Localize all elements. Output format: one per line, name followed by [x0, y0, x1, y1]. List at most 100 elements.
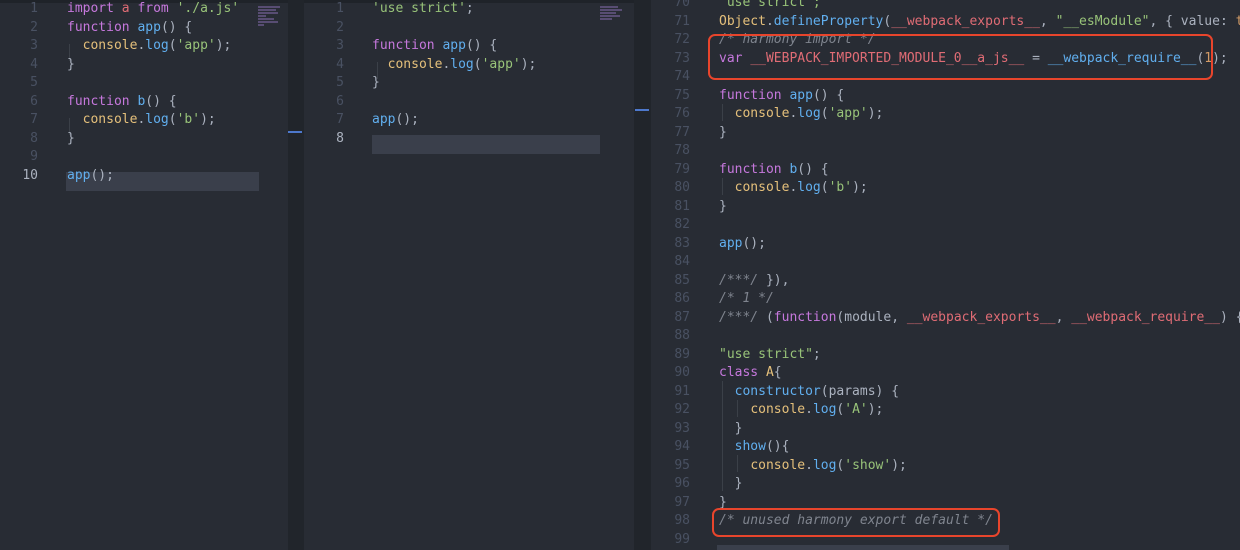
line-number: 80 — [674, 180, 690, 195]
code-token: "use strict"; — [719, 0, 821, 10]
code-line: console.log('show'); — [719, 457, 1240, 476]
code-token: app — [137, 19, 161, 35]
line-number: 5 — [30, 75, 38, 90]
minimap[interactable] — [600, 6, 626, 21]
code-token: __webpack_exports__ — [891, 13, 1040, 29]
code-token: (params) { — [820, 383, 900, 399]
line-number: 3 — [336, 38, 344, 53]
code-token: ( — [820, 180, 829, 195]
code-token: __webpack_require__ — [1071, 309, 1220, 325]
code-line: console.log('b'); — [67, 111, 239, 130]
code-token: ( — [168, 38, 177, 53]
code-area[interactable]: import a from './a.js' function app() { c… — [67, 0, 239, 185]
code-token: function — [67, 19, 130, 35]
code-token: ; — [465, 1, 474, 16]
code-token: from — [137, 1, 169, 16]
code-token: ( — [168, 112, 177, 127]
line-number: 8 — [336, 130, 344, 146]
line-number: 9 — [30, 149, 38, 164]
editor-pane-output[interactable]: 12345678 'use strict'; function app() { … — [304, 0, 634, 550]
pane-divider[interactable] — [288, 0, 304, 550]
code-line: app(); — [719, 235, 1240, 254]
code-token: () { — [797, 161, 829, 177]
scroll-position-marker — [635, 109, 649, 111]
line-number: 6 — [336, 93, 344, 109]
code-area[interactable]: 'use strict'; function app() { console.l… — [372, 0, 536, 148]
code-token: 'app' — [176, 38, 216, 53]
code-token: ); — [891, 457, 907, 473]
code-token: constructor — [734, 383, 821, 399]
code-token: , { value: — [1149, 13, 1236, 29]
code-token: log — [797, 106, 821, 121]
line-number: 78 — [674, 143, 690, 158]
code-line: function b() { — [67, 93, 239, 112]
pane-divider[interactable] — [634, 0, 651, 550]
code-token: () { — [812, 87, 845, 103]
code-line: class A{ — [719, 364, 1240, 383]
code-token: Object — [719, 13, 766, 29]
line-number: 8 — [30, 130, 38, 146]
minimap[interactable] — [258, 6, 284, 27]
line-number: 86 — [674, 291, 690, 306]
line-number: 76 — [674, 106, 690, 121]
code-token: log — [145, 38, 169, 53]
code-token: A — [765, 365, 774, 380]
code-token: ); — [520, 56, 537, 72]
editor-pane-bundle[interactable]: 70 71 72 73 74 75 76 77 78 79 80 81 82 83 84 85 86 87 88 89… — [651, 0, 1240, 550]
code-token: . — [805, 402, 813, 417]
line-number: 2 — [336, 19, 344, 35]
code-line: import a from './a.js' — [67, 0, 239, 19]
code-token: defineProperty — [773, 13, 884, 29]
code-line: } — [372, 74, 536, 93]
code-token: , — [1039, 13, 1056, 29]
line-number: 91 — [674, 383, 690, 399]
editor-pane-source[interactable]: 1 2 3 4 5 6 7 8 9 10 import a from './a.js' functi… — [0, 0, 288, 550]
code-token: log — [450, 56, 474, 72]
code-token: { — [773, 365, 782, 380]
code-token: a — [121, 1, 130, 16]
code-line: console.log('A'); — [719, 401, 1240, 420]
code-token: 'A' — [844, 402, 868, 417]
line-number: 97 — [674, 494, 690, 510]
code-line: "use strict"; — [719, 346, 1240, 365]
line-number: 75 — [674, 87, 690, 103]
code-token: app — [372, 112, 396, 127]
code-area[interactable]: "use strict"; Object. defineProperty ( __web… — [719, 0, 1240, 549]
line-number: 1 — [30, 1, 38, 16]
code-token: function — [719, 87, 782, 103]
line-number: 92 — [674, 402, 690, 417]
code-token: 'app' — [481, 56, 521, 72]
code-token: app — [719, 235, 743, 251]
line-number-gutter: 70 71 72 73 74 75 76 77 78 79 80 81 82 83 84 85 86 87 88 89… — [651, 0, 690, 549]
code-line: app(); — [67, 167, 239, 186]
code-line: } — [719, 124, 1240, 143]
line-number: 99 — [674, 531, 690, 547]
line-number: 72 — [674, 32, 690, 47]
code-token: , — [1055, 309, 1072, 325]
code-token: app — [789, 87, 813, 103]
code-token: true — [1235, 13, 1240, 29]
code-token: log — [812, 402, 837, 417]
code-token: (); — [395, 112, 419, 127]
code-token: ) { — [1219, 309, 1240, 325]
line-number: 4 — [336, 56, 344, 72]
code-token: ); — [867, 402, 884, 417]
code-token: console — [750, 457, 806, 473]
scroll-position-marker — [288, 131, 302, 133]
code-line: function app() { — [372, 37, 536, 56]
code-token: log — [797, 180, 821, 195]
code-token: ); — [1212, 50, 1228, 66]
code-token: ); — [215, 38, 232, 53]
code-token: 'use strict' — [372, 1, 466, 16]
code-token: } — [719, 124, 727, 140]
code-token: console — [82, 38, 138, 53]
code-line: /***/ (function(module, __webpack_export… — [719, 309, 1240, 328]
code-token: } — [372, 75, 380, 90]
